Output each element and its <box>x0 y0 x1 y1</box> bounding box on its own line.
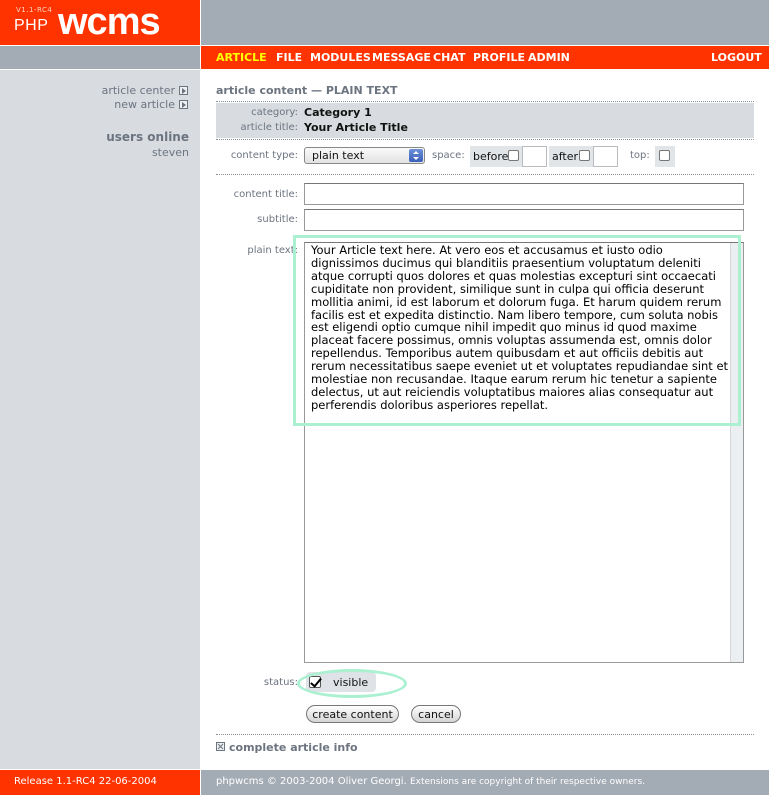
before-label: before <box>473 150 509 163</box>
online-user: steven <box>151 146 189 159</box>
after-checkbox[interactable] <box>579 150 590 161</box>
plain-text-textarea[interactable]: Your Article text here. At vero eos et a… <box>304 242 744 663</box>
content-title-input[interactable] <box>304 183 744 205</box>
sidebar: article center new article users online … <box>0 70 200 769</box>
divider <box>216 139 754 140</box>
logo-version: V1.1-RC4 <box>16 6 53 14</box>
article-title-value: Your Article Title <box>304 121 408 134</box>
before-checkbox[interactable] <box>508 150 519 161</box>
visible-label: visible <box>333 676 369 689</box>
logo: V1.1-RC4 PHP wcms <box>0 0 200 45</box>
users-online-title: users online <box>106 130 189 144</box>
extensions-text: Extensions are copyright of their respec… <box>409 777 646 787</box>
after-label: after <box>552 150 579 163</box>
subtitle-input[interactable] <box>304 209 744 231</box>
before-space-input[interactable] <box>522 146 547 167</box>
nav-profile[interactable]: PROFILE <box>473 51 525 64</box>
nav-logout[interactable]: LOGOUT <box>711 51 762 64</box>
complete-article-info-link[interactable]: complete article info <box>229 741 358 754</box>
arrow-right-icon <box>179 100 188 109</box>
page-title: article content — PLAIN TEXT <box>216 84 398 97</box>
content-type-select[interactable]: plain text <box>304 147 425 164</box>
header-bar <box>201 0 769 45</box>
create-content-button[interactable]: create content <box>306 705 399 723</box>
sidebar-link-label: article center <box>101 84 175 97</box>
close-box-icon[interactable] <box>216 742 225 751</box>
divider <box>216 174 754 175</box>
copyright-text: phpwcms © 2003-2004 Oliver Georgi. <box>216 776 407 787</box>
top-label: top: <box>630 150 650 161</box>
after-space-input[interactable] <box>593 146 618 167</box>
sidebar-header-bar <box>0 46 200 69</box>
sidebar-link-article-center[interactable]: article center <box>102 84 188 97</box>
copyright-footer: phpwcms © 2003-2004 Oliver Georgi. Exten… <box>201 770 769 795</box>
sidebar-link-new-article[interactable]: new article <box>114 98 188 111</box>
divider <box>216 101 754 102</box>
plain-text-content: Your Article text here. At vero eos et a… <box>311 243 729 412</box>
cancel-button[interactable]: cancel <box>411 705 461 723</box>
divider <box>216 734 754 735</box>
top-checkbox[interactable] <box>659 150 670 161</box>
textarea-scrollbar[interactable] <box>730 243 743 662</box>
main-nav: ARTICLE FILE MODULES MESSAGE CHAT PROFIL… <box>201 46 769 69</box>
select-arrows-icon <box>409 149 423 162</box>
subtitle-label: subtitle: <box>257 214 298 225</box>
nav-file[interactable]: FILE <box>276 51 302 64</box>
nav-message[interactable]: MESSAGE <box>372 51 431 64</box>
content-type-value: plain text <box>312 149 365 162</box>
nav-chat[interactable]: CHAT <box>433 51 465 64</box>
status-label: status: <box>263 677 298 688</box>
logo-wcms: wcms <box>58 1 161 43</box>
logo-php: PHP <box>14 17 49 34</box>
nav-modules[interactable]: MODULES <box>310 51 371 64</box>
content-title-label: content title: <box>233 189 298 200</box>
category-label: category: <box>251 107 298 118</box>
release-footer: Release 1.1-RC4 22-06-2004 <box>0 770 200 795</box>
plain-text-label: plain text: <box>247 245 298 256</box>
sidebar-link-label: new article <box>114 98 175 111</box>
nav-article[interactable]: ARTICLE <box>216 51 267 64</box>
article-title-label: article title: <box>240 122 298 133</box>
nav-admin[interactable]: ADMIN <box>528 51 570 64</box>
space-label: space: <box>432 150 465 161</box>
content-type-label: content type: <box>230 150 298 161</box>
visible-checkbox[interactable] <box>309 676 321 688</box>
arrow-right-icon <box>179 86 188 95</box>
category-value: Category 1 <box>304 106 372 119</box>
